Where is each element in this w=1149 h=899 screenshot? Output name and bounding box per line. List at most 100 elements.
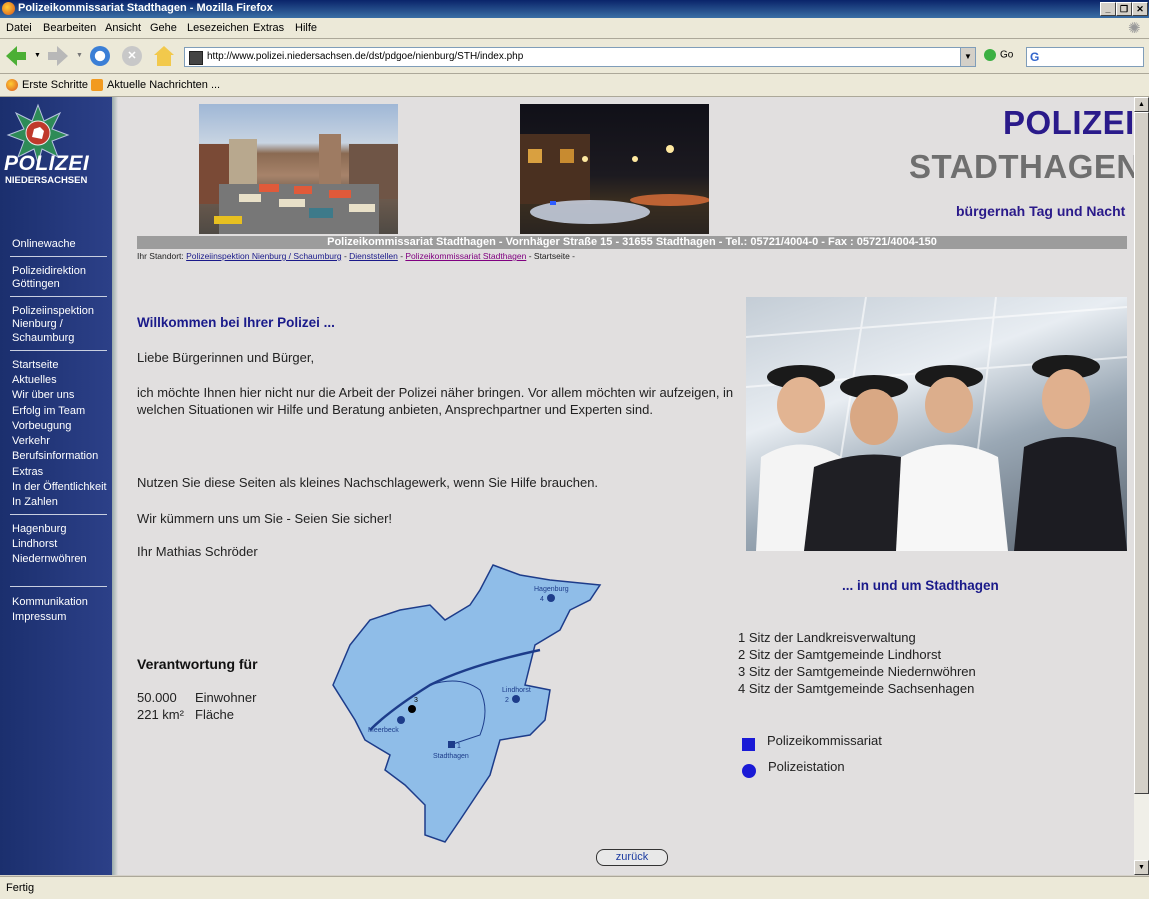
window-title: Polizeikommissariat Stadthagen - Mozilla… — [18, 2, 273, 14]
sidebar-item-schaumburg[interactable]: Schaumburg — [12, 332, 74, 345]
sidebar-item-berufsinformation[interactable]: Berufsinformation — [12, 450, 98, 463]
map-commissariat-stadthagen — [448, 741, 455, 748]
go-button[interactable]: Go — [984, 49, 1013, 61]
greeting-text: Liebe Bürgerinnen und Bürger, — [137, 350, 315, 365]
sidebar-item-aktuelles[interactable]: Aktuelles — [12, 374, 57, 387]
sidebar-item-vorbeugung[interactable]: Vorbeugung — [12, 420, 71, 433]
vertical-scrollbar[interactable]: ▲ ▼ — [1134, 97, 1149, 875]
sidebar-item-polizeiinspektion[interactable]: Polizeiinspektion — [12, 305, 94, 318]
sidebar-item-oeffentlichkeit[interactable]: In der Öffentlichkeit — [12, 481, 107, 494]
breadcrumb-link-dienststellen[interactable]: Dienststellen — [349, 251, 398, 261]
forward-dropdown-icon[interactable]: ▼ — [76, 52, 83, 59]
sidebar-item-impressum[interactable]: Impressum — [12, 611, 66, 624]
breadcrumb-current: - Startseite - — [526, 251, 575, 261]
sidebar-item-nienburg[interactable]: Nienburg / — [12, 318, 63, 331]
sidebar-item-in-zahlen[interactable]: In Zahlen — [12, 496, 58, 509]
home-icon[interactable] — [154, 46, 174, 66]
menu-hilfe[interactable]: Hilfe — [295, 22, 317, 34]
breadcrumb-prefix: Ihr Standort: — [137, 251, 187, 261]
map-num-1: 1 — [457, 743, 461, 750]
menu-ansicht[interactable]: Ansicht — [105, 22, 141, 34]
menu-bar: Datei Bearbeiten Ansicht Gehe Lesezeiche… — [0, 18, 1149, 39]
minimize-icon[interactable]: _ — [1100, 2, 1116, 16]
search-input[interactable]: G — [1026, 47, 1144, 67]
stat-value-area: 221 km² — [137, 707, 184, 722]
status-text: Fertig — [6, 882, 35, 894]
menu-gehe[interactable]: Gehe — [150, 22, 177, 34]
close-icon[interactable]: ✕ — [1132, 2, 1148, 16]
sidebar-item-startseite[interactable]: Startseite — [12, 359, 58, 372]
sidebar-item-wir-ueber-uns[interactable]: Wir über uns — [12, 389, 74, 402]
welcome-heading: Willkommen bei Ihrer Polizei ... — [137, 315, 335, 330]
stat-label-residents: Einwohner — [195, 690, 257, 705]
region-map: Hagenburg 4 Lindhorst 2 3 Meerbeck 1 Sta… — [332, 564, 602, 843]
region-heading: ... in und um Stadthagen — [842, 578, 999, 593]
menu-extras[interactable]: Extras — [253, 22, 284, 34]
map-station-lindhorst — [512, 695, 520, 703]
map-label-stadthagen: Stadthagen — [433, 753, 469, 760]
menu-lesezeichen[interactable]: Lesezeichen — [187, 22, 249, 34]
market-square-photo — [199, 104, 398, 234]
motto-text: Wir kümmern uns um Sie - Seien Sie siche… — [137, 511, 393, 526]
back-dropdown-icon[interactable]: ▼ — [34, 52, 41, 59]
stat-value-residents: 50.000 — [137, 690, 177, 705]
night-street-illustration — [520, 134, 709, 224]
region-item-1: 1 Sitz der Landkreisverwaltung — [738, 630, 916, 645]
sidebar-item-hagenburg[interactable]: Hagenburg — [12, 523, 66, 536]
sidebar: POLIZEI NIEDERSACHSEN Onlinewache Polize… — [0, 97, 112, 875]
map-label-lindhorst: Lindhorst — [502, 687, 531, 694]
night-street-photo — [520, 104, 709, 234]
breadcrumb-link-polizeikommissariat[interactable]: Polizeikommissariat Stadthagen — [405, 251, 526, 261]
sidebar-item-verkehr[interactable]: Verkehr — [12, 435, 50, 448]
logo-title: POLIZEI — [4, 152, 90, 175]
bookmarks-toolbar: Erste Schritte Aktuelle Nachrichten ... — [0, 74, 1149, 97]
legend-label-commissariat: Polizeikommissariat — [767, 733, 882, 748]
address-bar: Polizeikommissariat Stadthagen - Vornhäg… — [137, 236, 1127, 249]
sidebar-item-goettingen[interactable]: Göttingen — [12, 278, 60, 291]
firefox-bookmark-icon — [6, 79, 18, 92]
officers-photo — [746, 297, 1127, 551]
menu-bearbeiten[interactable]: Bearbeiten — [43, 22, 96, 34]
forward-icon[interactable] — [48, 46, 68, 66]
scroll-down-icon[interactable]: ▼ — [1134, 860, 1149, 875]
map-label-meerbeck: Meerbeck — [368, 727, 399, 734]
back-button[interactable]: zurück — [596, 849, 668, 866]
logo-subtitle: NIEDERSACHSEN — [5, 175, 88, 186]
url-dropdown-icon[interactable]: ▼ — [960, 48, 975, 66]
map-num-4: 4 — [540, 596, 544, 603]
window-title-bar: Polizeikommissariat Stadthagen - Mozilla… — [0, 0, 1149, 18]
region-item-3: 3 Sitz der Samtgemeinde Niedernwöhren — [738, 664, 976, 679]
responsibility-heading: Verantwortung für — [137, 656, 258, 672]
header-title-polizei: POLIZEI — [1003, 104, 1135, 141]
url-input[interactable]: http://www.polizei.niedersachsen.de/dst/… — [184, 47, 976, 67]
signature-text: Ihr Mathias Schröder — [137, 544, 258, 559]
bookmark-aktuelle-nachrichten[interactable]: Aktuelle Nachrichten ... — [91, 79, 220, 92]
throbber-icon: ✺ — [1128, 20, 1141, 37]
market-square-illustration — [199, 134, 398, 234]
officers-illustration — [746, 297, 1127, 551]
scrollbar-thumb[interactable] — [1134, 112, 1149, 794]
reload-icon[interactable] — [90, 46, 110, 66]
url-text: http://www.polizei.niedersachsen.de/dst/… — [207, 51, 524, 62]
rss-icon — [91, 79, 103, 92]
legend-circle-icon — [742, 764, 756, 778]
sidebar-item-erfolg-im-team[interactable]: Erfolg im Team — [12, 405, 85, 418]
back-icon[interactable] — [6, 46, 26, 66]
sidebar-item-kommunikation[interactable]: Kommunikation — [12, 596, 88, 609]
navigation-toolbar: ▼ ▼ ✕ http://www.polizei.niedersachsen.d… — [0, 39, 1149, 74]
sidebar-item-extras[interactable]: Extras — [12, 466, 43, 479]
sidebar-item-niedernwoehren[interactable]: Niedernwöhren — [12, 553, 87, 566]
restore-icon[interactable]: ❐ — [1116, 2, 1132, 16]
legend-square-icon — [742, 738, 755, 751]
sidebar-item-polizeidirektion[interactable]: Polizeidirektion — [12, 265, 86, 278]
stop-icon[interactable]: ✕ — [122, 46, 142, 66]
menu-datei[interactable]: Datei — [6, 22, 32, 34]
map-marker-3 — [408, 705, 416, 713]
breadcrumb-link-polizeiinspektion[interactable]: Polizeiinspektion Nienburg / Schaumburg — [186, 251, 341, 261]
sidebar-item-lindhorst[interactable]: Lindhorst — [12, 538, 57, 551]
scroll-up-icon[interactable]: ▲ — [1134, 97, 1149, 112]
status-bar: Fertig — [0, 876, 1149, 899]
help-paragraph: Nutzen Sie diese Seiten als kleines Nach… — [137, 475, 599, 490]
sidebar-item-onlinewache[interactable]: Onlinewache — [12, 238, 76, 251]
bookmark-erste-schritte[interactable]: Erste Schritte — [6, 79, 88, 92]
